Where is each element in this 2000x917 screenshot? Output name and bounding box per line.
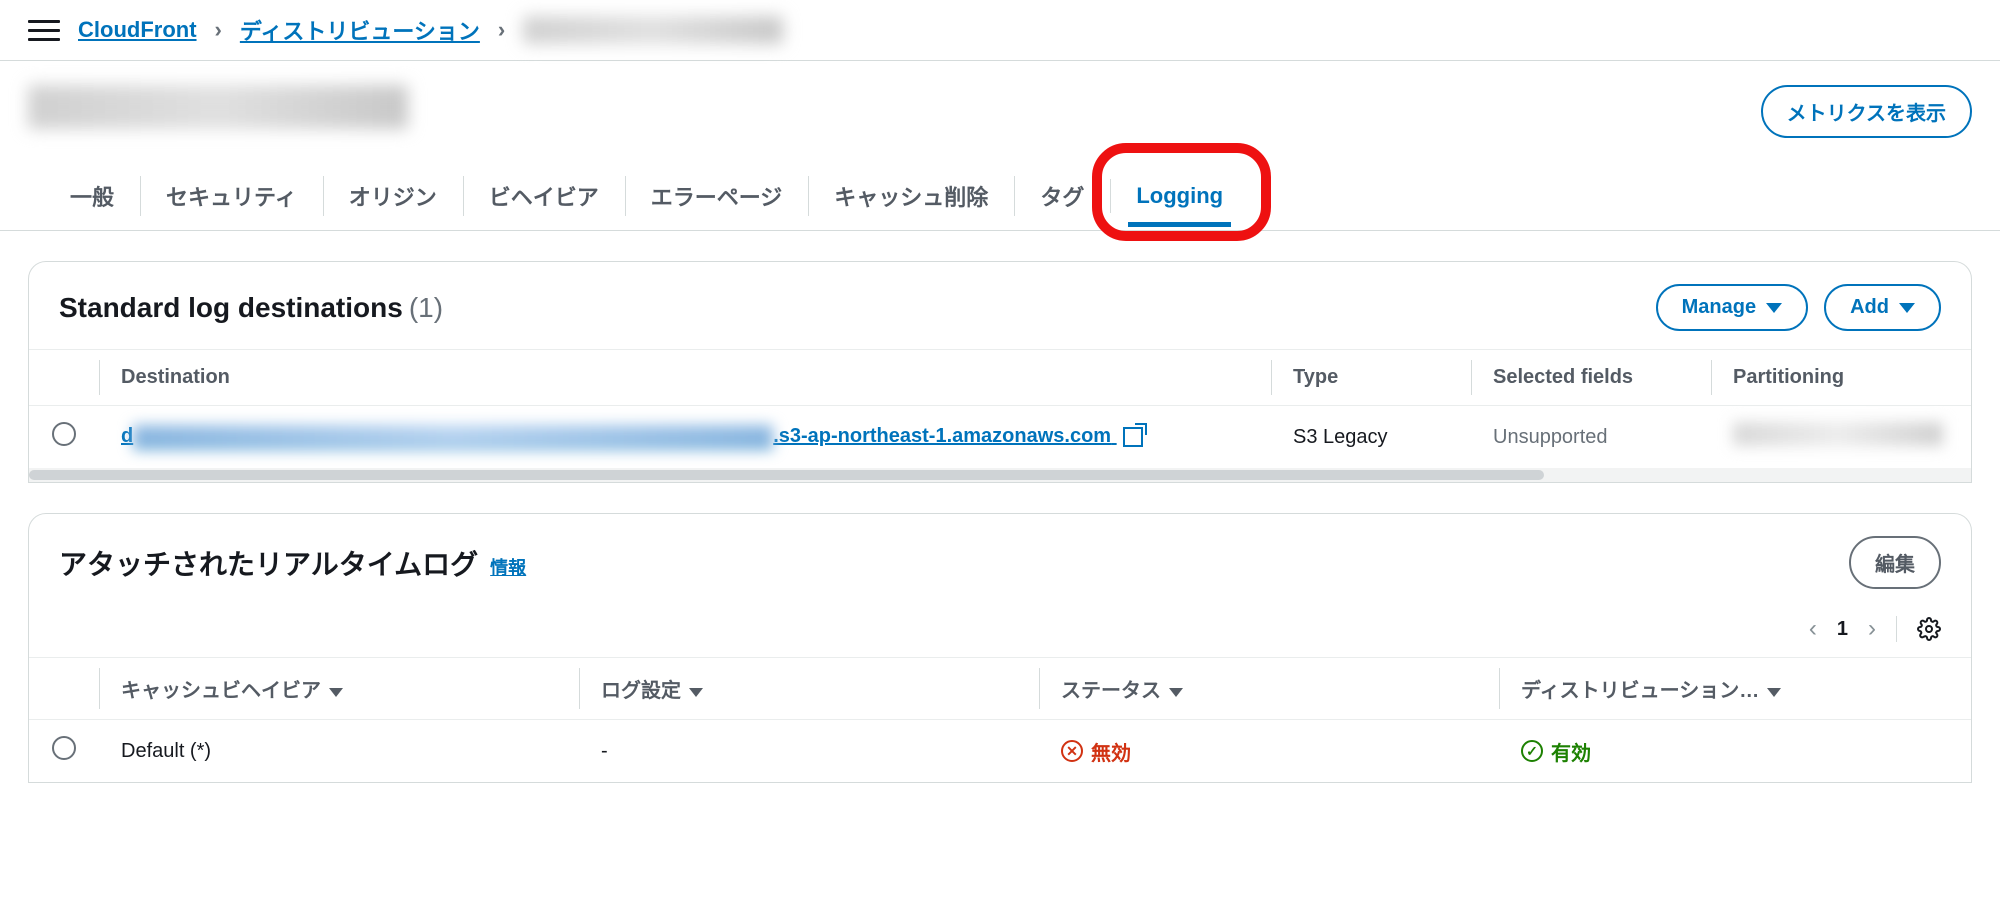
col-partitioning[interactable]: Partitioning xyxy=(1711,350,1971,406)
destination-redacted xyxy=(133,425,773,449)
sort-icon xyxy=(1169,688,1183,697)
breadcrumb-distributions[interactable]: ディストリビューション xyxy=(240,14,480,46)
add-label: Add xyxy=(1850,296,1889,319)
cell-partitioning xyxy=(1711,406,1971,469)
standard-log-panel: Standard log destinations (1) Manage Add… xyxy=(28,261,1972,483)
cell-distribution: ✓ 有効 xyxy=(1499,720,1971,783)
breadcrumb-bar: CloudFront › ディストリビューション › xyxy=(0,0,2000,61)
tab-label: Logging xyxy=(1136,183,1223,208)
view-metrics-label: メトリクスを表示 xyxy=(1787,97,1946,126)
pager: ‹ 1 › xyxy=(29,607,1971,657)
col-distribution[interactable]: ディストリビューション… xyxy=(1499,658,1971,720)
panel-title-text: アタッチされたリアルタイムログ xyxy=(59,543,478,583)
edit-label: 編集 xyxy=(1875,548,1915,577)
partitioning-redacted xyxy=(1733,422,1943,446)
col-select xyxy=(29,658,99,720)
cell-status: ✕ 無効 xyxy=(1039,720,1499,783)
horizontal-scrollbar[interactable] xyxy=(29,468,1971,482)
tab-errorpages[interactable]: エラーページ xyxy=(625,166,809,230)
tab-label: セキュリティ xyxy=(166,185,297,210)
check-circle-icon: ✓ xyxy=(1521,740,1543,762)
tab-logging[interactable]: Logging xyxy=(1110,169,1249,227)
scrollbar-thumb[interactable] xyxy=(29,470,1544,480)
tab-label: ビヘイビア xyxy=(489,185,599,210)
col-status[interactable]: ステータス xyxy=(1039,658,1499,720)
standard-log-title: Standard log destinations (1) xyxy=(59,292,443,324)
cell-config: - xyxy=(579,720,1039,783)
external-link-icon xyxy=(1123,427,1143,447)
sort-icon xyxy=(1767,688,1781,697)
tab-behaviors[interactable]: ビヘイビア xyxy=(463,166,625,230)
realtime-log-panel: アタッチされたリアルタイムログ 情報 編集 ‹ 1 › キャッシュビヘイビア ロ… xyxy=(28,513,1972,783)
col-destination[interactable]: Destination xyxy=(99,350,1271,406)
manage-label: Manage xyxy=(1682,296,1756,319)
col-type[interactable]: Type xyxy=(1271,350,1471,406)
error-circle-icon: ✕ xyxy=(1061,740,1083,762)
prev-page-icon[interactable]: ‹ xyxy=(1809,615,1817,643)
breadcrumb-root[interactable]: CloudFront xyxy=(78,17,197,43)
tab-general[interactable]: 一般 xyxy=(44,166,140,230)
cell-destination: d.s3-ap-northeast-1.amazonaws.com xyxy=(99,406,1271,469)
caret-down-icon xyxy=(1766,303,1782,313)
realtime-log-title: アタッチされたリアルタイムログ 情報 xyxy=(59,543,526,583)
standard-log-table: Destination Type Selected fields Partiti… xyxy=(29,349,1971,468)
destination-link[interactable]: d.s3-ap-northeast-1.amazonaws.com xyxy=(121,425,1143,447)
row-radio[interactable] xyxy=(52,422,76,446)
status-badge-enabled: ✓ 有効 xyxy=(1521,737,1591,766)
tab-label: キャッシュ削除 xyxy=(834,185,988,210)
add-button[interactable]: Add xyxy=(1824,284,1941,331)
divider xyxy=(1896,616,1897,642)
edit-button[interactable]: 編集 xyxy=(1849,536,1941,589)
status-badge-disabled: ✕ 無効 xyxy=(1061,737,1131,766)
tab-origins[interactable]: オリジン xyxy=(323,166,463,230)
tab-invalidation[interactable]: キャッシュ削除 xyxy=(808,166,1014,230)
gear-icon[interactable] xyxy=(1917,617,1941,641)
col-selected-fields[interactable]: Selected fields xyxy=(1471,350,1711,406)
info-link[interactable]: 情報 xyxy=(490,554,526,580)
tab-tags[interactable]: タグ xyxy=(1014,166,1110,230)
panel-title-count: (1) xyxy=(409,292,443,324)
cell-type: S3 Legacy xyxy=(1271,406,1471,469)
tab-label: エラーページ xyxy=(651,185,783,210)
hamburger-icon[interactable] xyxy=(28,14,60,46)
panel-title-text: Standard log destinations xyxy=(59,292,403,324)
table-row[interactable]: Default (*) - ✕ 無効 ✓ 有効 xyxy=(29,720,1971,783)
tab-label: オリジン xyxy=(349,185,437,210)
row-radio[interactable] xyxy=(52,736,76,760)
table-row[interactable]: d.s3-ap-northeast-1.amazonaws.com S3 Leg… xyxy=(29,406,1971,469)
tab-label: タグ xyxy=(1040,185,1084,210)
manage-button[interactable]: Manage xyxy=(1656,284,1808,331)
page-header: メトリクスを表示 xyxy=(0,61,2000,138)
tab-security[interactable]: セキュリティ xyxy=(140,166,323,230)
view-metrics-button[interactable]: メトリクスを表示 xyxy=(1761,85,1972,138)
cell-behavior: Default (*) xyxy=(99,720,579,783)
page-title-redacted xyxy=(28,85,408,129)
breadcrumb-current-redacted xyxy=(523,16,783,44)
chevron-right-icon: › xyxy=(498,17,505,43)
realtime-log-table: キャッシュビヘイビア ログ設定 ステータス ディストリビューション… Defau… xyxy=(29,657,1971,782)
page-number: 1 xyxy=(1837,618,1848,641)
cell-selected-fields: Unsupported xyxy=(1471,406,1711,469)
col-behavior[interactable]: キャッシュビヘイビア xyxy=(99,658,579,720)
col-select xyxy=(29,350,99,406)
caret-down-icon xyxy=(1899,303,1915,313)
sort-icon xyxy=(689,688,703,697)
next-page-icon[interactable]: › xyxy=(1868,615,1876,643)
chevron-right-icon: › xyxy=(215,17,222,43)
tab-label: 一般 xyxy=(70,185,114,210)
sort-icon xyxy=(329,688,343,697)
col-config[interactable]: ログ設定 xyxy=(579,658,1039,720)
tabs: 一般 セキュリティ オリジン ビヘイビア エラーページ キャッシュ削除 タグ L… xyxy=(0,138,2000,231)
